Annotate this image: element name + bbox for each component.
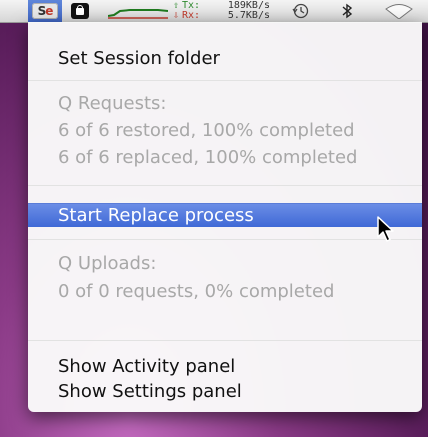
rx-row: ⇩ Rx: 5.7KB/s [170, 11, 282, 21]
menu-separator [28, 239, 422, 240]
menu-separator [28, 185, 422, 186]
app-icon: Se [32, 3, 58, 19]
lock-icon[interactable] [71, 3, 89, 19]
menu-bar: Se ⇧ Tx: 189KB/s ⇩ Rx: 5.7KB/s [0, 0, 428, 23]
status-menu: Set Session folder Q Requests: 6 of 6 re… [28, 22, 422, 412]
q-requests-header: Q Requests: [58, 93, 167, 114]
bluetooth-icon[interactable] [341, 3, 353, 19]
download-arrow-icon: ⇩ [172, 10, 180, 21]
rx-value: 5.7KB/s [227, 10, 270, 21]
menu-separator [28, 340, 422, 341]
network-monitor[interactable]: ⇧ Tx: 189KB/s ⇩ Rx: 5.7KB/s [170, 1, 282, 21]
uploads-status: 0 of 0 requests, 0% completed [58, 281, 335, 302]
wifi-icon[interactable] [384, 3, 414, 19]
menu-item-show-activity-panel[interactable]: Show Activity panel [28, 355, 422, 379]
menu-item-set-session-folder[interactable]: Set Session folder [28, 47, 422, 71]
time-machine-icon[interactable] [292, 3, 310, 19]
menu-item-start-replace-process[interactable]: Start Replace process [28, 203, 422, 227]
network-graph-icon [108, 9, 168, 19]
replaced-status: 6 of 6 replaced, 100% completed [58, 147, 358, 168]
app-status-item[interactable]: Se [28, 0, 62, 22]
mouse-pointer-icon [377, 216, 394, 242]
restored-status: 6 of 6 restored, 100% completed [58, 120, 355, 141]
rx-label: Rx: [182, 10, 201, 21]
menu-separator [28, 80, 422, 81]
q-uploads-header: Q Uploads: [58, 253, 157, 274]
menu-item-show-settings-panel[interactable]: Show Settings panel [28, 380, 422, 404]
